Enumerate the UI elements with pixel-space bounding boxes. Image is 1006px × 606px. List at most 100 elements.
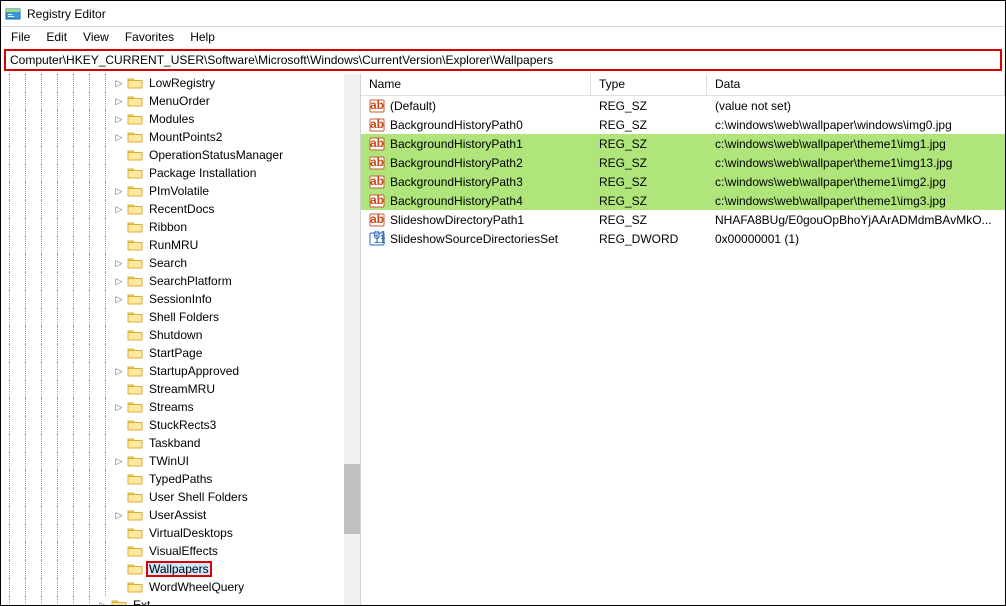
list-row[interactable]: SlideshowSourceDirectoriesSetREG_DWORD0x… — [361, 229, 1005, 248]
folder-icon — [127, 76, 147, 90]
menu-file[interactable]: File — [3, 28, 38, 46]
value-name-text: BackgroundHistoryPath3 — [390, 175, 523, 189]
tree-item[interactable]: ▷ MenuOrder — [1, 92, 360, 110]
value-name-text: (Default) — [390, 99, 436, 113]
tree-item[interactable]: ▷ PImVolatile — [1, 182, 360, 200]
menu-help[interactable]: Help — [182, 28, 223, 46]
tree-item[interactable]: VisualEffects — [1, 542, 360, 560]
list-row[interactable]: BackgroundHistoryPath4REG_SZc:\windows\w… — [361, 191, 1005, 210]
tree-item[interactable]: ▷Streams — [1, 398, 360, 416]
tree-item[interactable]: Shutdown — [1, 326, 360, 344]
tree-item[interactable]: Wallpapers — [1, 560, 360, 578]
value-name-cell: BackgroundHistoryPath1 — [361, 136, 591, 152]
folder-icon — [127, 490, 147, 504]
expand-chevron-icon[interactable]: ▷ — [113, 401, 125, 413]
expand-chevron-icon[interactable]: ▷ — [113, 365, 125, 377]
address-bar[interactable]: Computer\HKEY_CURRENT_USER\Software\Micr… — [4, 49, 1002, 71]
expand-chevron-icon[interactable]: ▷ — [113, 95, 125, 107]
tree-item[interactable]: WordWheelQuery — [1, 578, 360, 596]
tree-item[interactable]: TypedPaths — [1, 470, 360, 488]
expand-spacer — [113, 491, 125, 503]
expand-chevron-icon[interactable]: ▷ — [113, 77, 125, 89]
expand-spacer — [113, 347, 125, 359]
tree-item[interactable]: OperationStatusManager — [1, 146, 360, 164]
tree-item[interactable]: StuckRects3 — [1, 416, 360, 434]
expand-chevron-icon[interactable]: ▷ — [113, 293, 125, 305]
expand-chevron-icon[interactable]: ▷ — [113, 185, 125, 197]
expand-spacer — [113, 239, 125, 251]
tree-item[interactable]: VirtualDesktops — [1, 524, 360, 542]
tree-item[interactable]: ▷TWinUI — [1, 452, 360, 470]
tree-item-label: Package Installation — [147, 166, 258, 180]
column-header-data[interactable]: Data — [707, 74, 1005, 95]
tree-item[interactable]: StreamMRU — [1, 380, 360, 398]
tree-item[interactable]: ▷Search — [1, 254, 360, 272]
tree-item-label: UserAssist — [147, 508, 208, 522]
expand-chevron-icon[interactable]: ▷ — [113, 113, 125, 125]
list-row[interactable]: (Default)REG_SZ(value not set) — [361, 96, 1005, 115]
string-value-icon — [369, 136, 385, 152]
folder-icon — [127, 94, 147, 108]
list-row[interactable]: BackgroundHistoryPath0REG_SZc:\windows\w… — [361, 115, 1005, 134]
value-type-cell: REG_SZ — [591, 118, 707, 132]
value-name-text: SlideshowDirectoryPath1 — [390, 213, 524, 227]
list-row[interactable]: BackgroundHistoryPath1REG_SZc:\windows\w… — [361, 134, 1005, 153]
tree-item[interactable]: ▷ UserAssist — [1, 506, 360, 524]
folder-icon — [127, 382, 147, 396]
tree-item[interactable]: Taskband — [1, 434, 360, 452]
column-header-name[interactable]: Name — [361, 74, 591, 95]
tree-item-label: Taskband — [147, 436, 202, 450]
menu-edit[interactable]: Edit — [38, 28, 75, 46]
tree-item-label: RecentDocs — [147, 202, 216, 216]
tree-item[interactable]: ▷MountPoints2 — [1, 128, 360, 146]
menu-favorites[interactable]: Favorites — [117, 28, 182, 46]
expand-spacer — [113, 581, 125, 593]
tree-item[interactable]: StartPage — [1, 344, 360, 362]
list-row[interactable]: BackgroundHistoryPath2REG_SZc:\windows\w… — [361, 153, 1005, 172]
tree-item[interactable]: Ribbon — [1, 218, 360, 236]
folder-icon — [127, 292, 147, 306]
tree-item-label: TypedPaths — [147, 472, 214, 486]
expand-chevron-icon[interactable]: ▷ — [113, 275, 125, 287]
expand-chevron-icon[interactable]: ▷ — [113, 509, 125, 521]
value-type-cell: REG_SZ — [591, 99, 707, 113]
tree-item-label: StartPage — [147, 346, 204, 360]
tree-item[interactable]: ▷LowRegistry — [1, 74, 360, 92]
string-value-icon — [369, 212, 385, 228]
tree-item[interactable]: ▷Modules — [1, 110, 360, 128]
expand-chevron-icon[interactable]: ▷ — [97, 599, 109, 605]
tree-item-label: RunMRU — [147, 238, 200, 252]
tree-scrollbar-thumb[interactable] — [344, 464, 360, 534]
folder-icon — [127, 112, 147, 126]
expand-spacer — [113, 149, 125, 161]
folder-icon — [127, 346, 147, 360]
value-name-cell: BackgroundHistoryPath2 — [361, 155, 591, 171]
expand-chevron-icon[interactable]: ▷ — [113, 203, 125, 215]
expand-chevron-icon[interactable]: ▷ — [113, 131, 125, 143]
tree-item-label: PImVolatile — [147, 184, 211, 198]
tree-item[interactable]: ▷SessionInfo — [1, 290, 360, 308]
expand-spacer — [113, 167, 125, 179]
app-icon — [5, 6, 21, 22]
expand-chevron-icon[interactable]: ▷ — [113, 455, 125, 467]
tree-scrollbar-track[interactable] — [344, 74, 360, 605]
tree-item-label: MenuOrder — [147, 94, 212, 108]
column-header-type[interactable]: Type — [591, 74, 707, 95]
tree-item[interactable]: User Shell Folders — [1, 488, 360, 506]
tree-item-label: Shutdown — [147, 328, 204, 342]
tree-item[interactable]: RunMRU — [1, 236, 360, 254]
tree-item[interactable]: Shell Folders — [1, 308, 360, 326]
menu-view[interactable]: View — [75, 28, 117, 46]
tree-item[interactable]: ▷SearchPlatform — [1, 272, 360, 290]
list-row[interactable]: BackgroundHistoryPath3REG_SZc:\windows\w… — [361, 172, 1005, 191]
tree-scroll[interactable]: ▷LowRegistry▷MenuOrder▷Modules▷MountPoin… — [1, 74, 360, 605]
tree-item[interactable]: Package Installation — [1, 164, 360, 182]
address-path: Computer\HKEY_CURRENT_USER\Software\Micr… — [10, 53, 553, 67]
string-value-icon — [369, 117, 385, 133]
list-row[interactable]: SlideshowDirectoryPath1REG_SZNHAFA8BUg/E… — [361, 210, 1005, 229]
expand-chevron-icon[interactable]: ▷ — [113, 257, 125, 269]
tree-item[interactable]: ▷Ext — [1, 596, 360, 605]
tree-item[interactable]: ▷StartupApproved — [1, 362, 360, 380]
folder-icon — [127, 184, 147, 198]
tree-item[interactable]: ▷ RecentDocs — [1, 200, 360, 218]
